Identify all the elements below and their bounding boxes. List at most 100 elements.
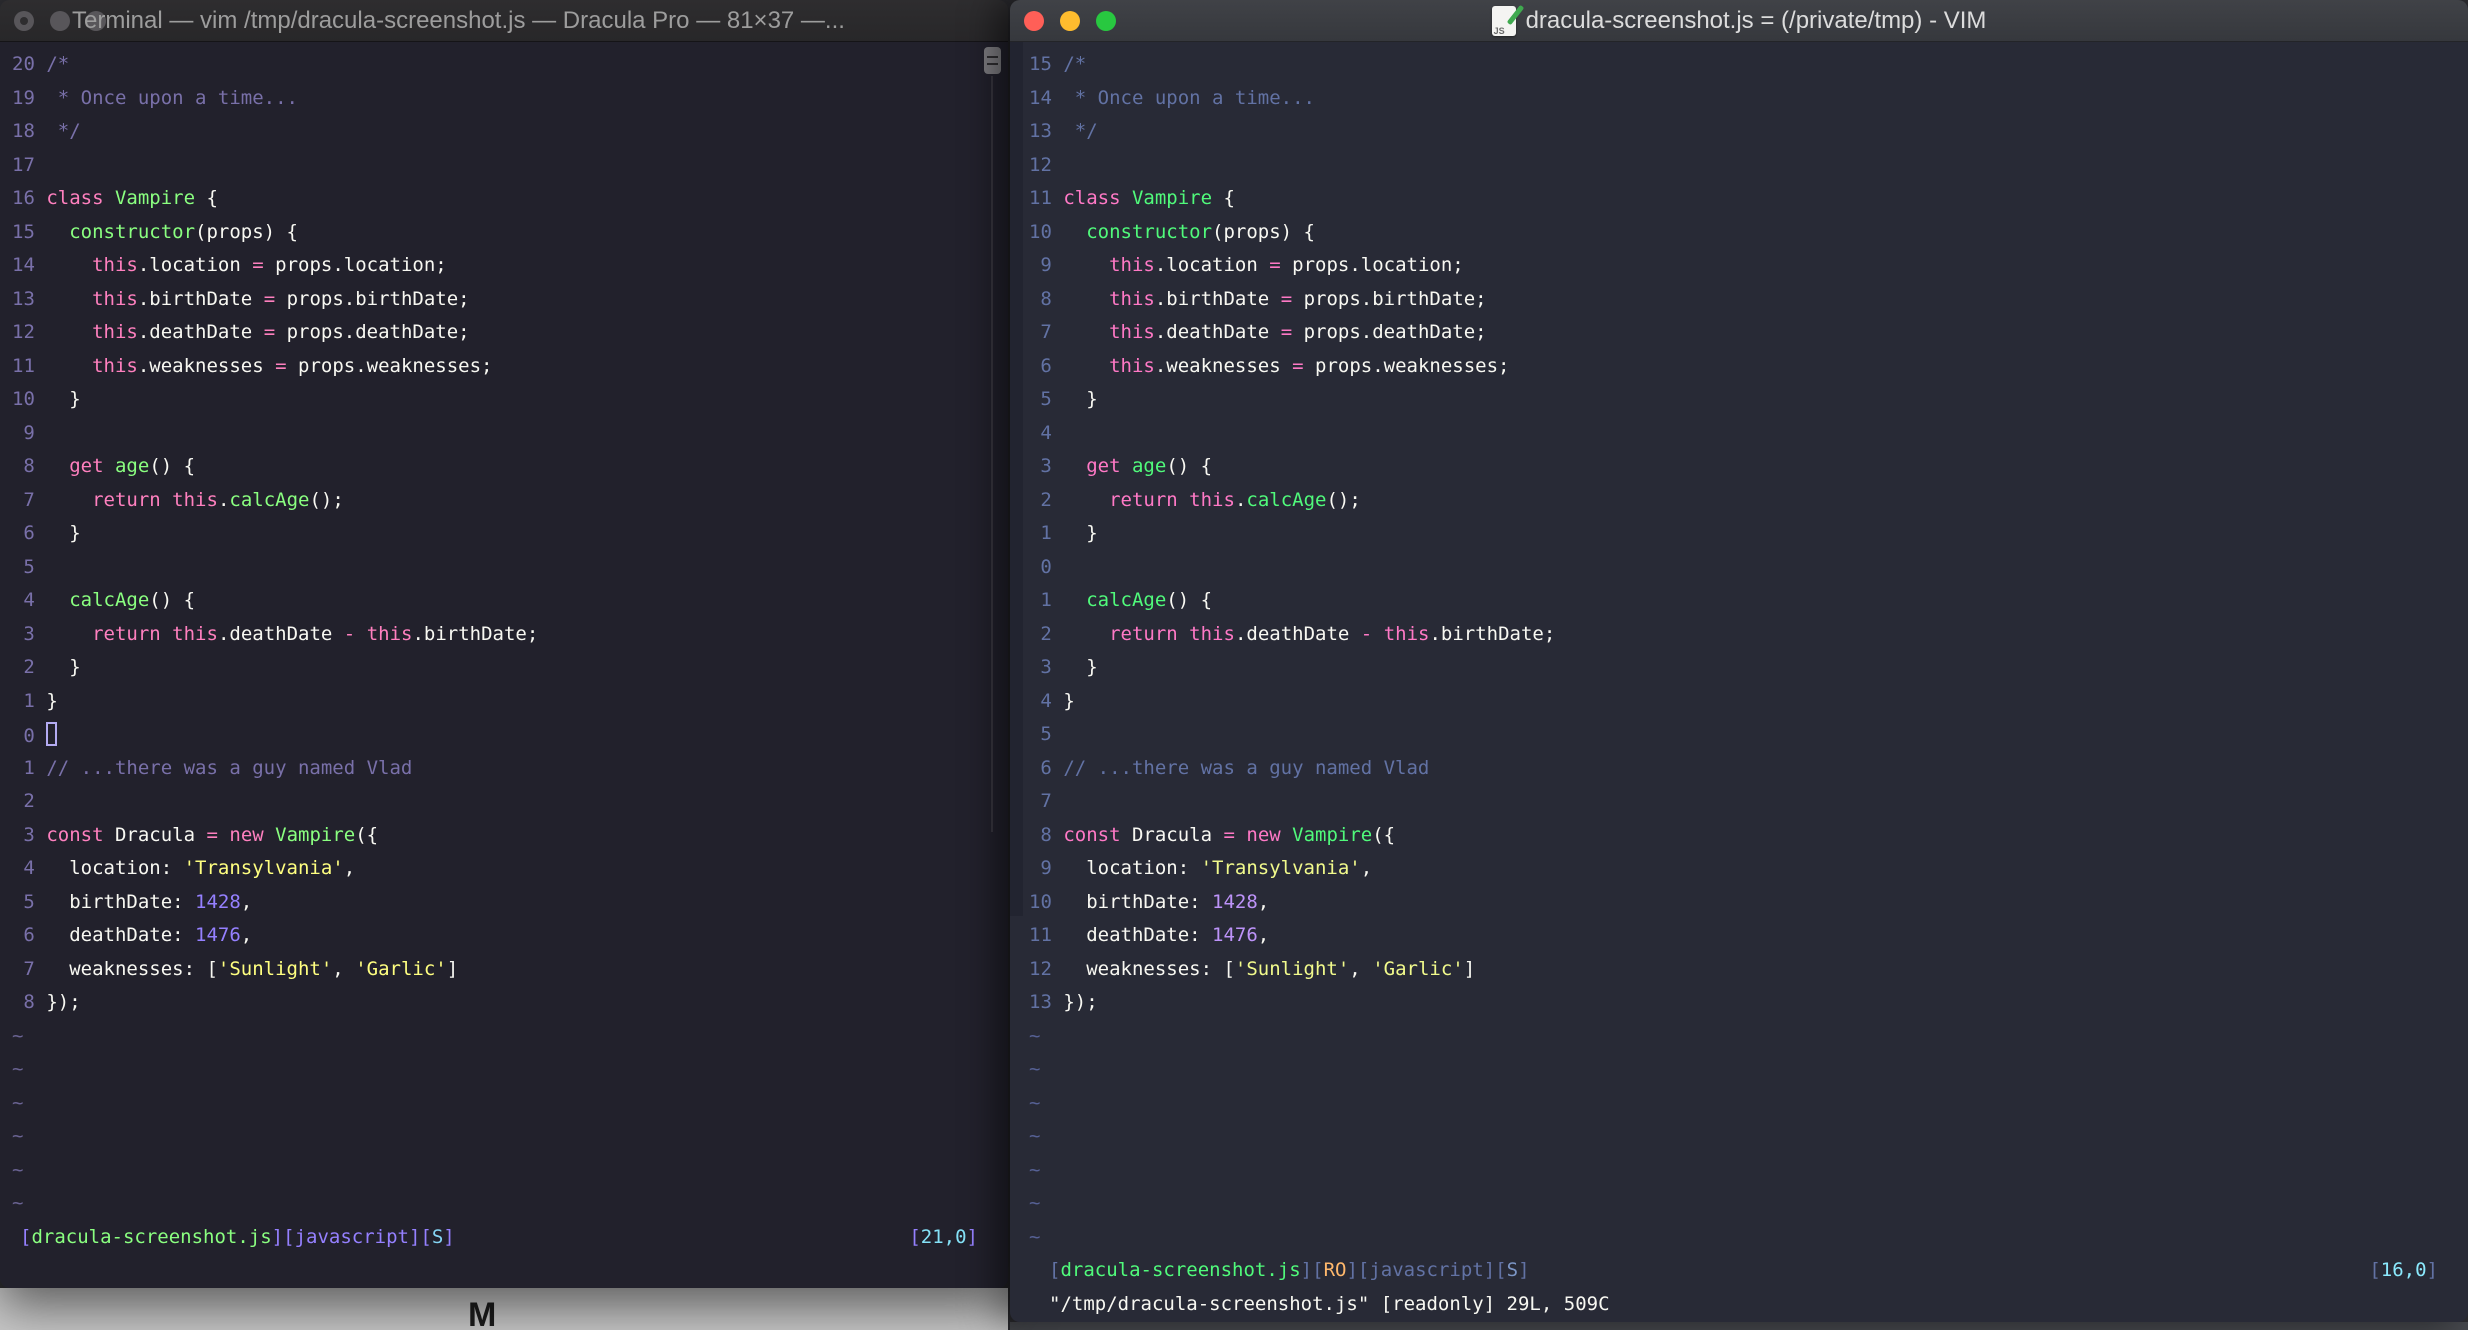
code-line: 1 }	[1029, 517, 2468, 551]
code-line: 7 return this.calcAge();	[12, 484, 1008, 518]
code-token: 1476	[1212, 924, 1258, 946]
code-token: // ...there was a guy named Vlad	[46, 756, 413, 779]
code-token: 'Garlic'	[355, 957, 447, 980]
code-token: 'Garlic'	[1372, 957, 1464, 980]
code-line: 7 this.deathDate = props.deathDate;	[1029, 316, 2468, 350]
code-line: 13});	[1029, 986, 2468, 1020]
code-token: * Once upon a time...	[1063, 86, 1315, 109]
ruler-position: [21,0]	[909, 1221, 978, 1255]
code-token: const	[46, 823, 104, 846]
line-number: 1	[23, 756, 35, 779]
tilde-empty-line: ~	[12, 1091, 24, 1114]
code-token: {	[1212, 187, 1235, 209]
macvim-window: JS dracula-screenshot.js = (/private/tmp…	[1010, 0, 2468, 1322]
code-token: const	[1063, 823, 1121, 846]
code-line: 8 get age() {	[12, 450, 1008, 484]
desktop-strip-bottom-right	[1010, 1322, 2468, 1330]
macvim-titlebar[interactable]: JS dracula-screenshot.js = (/private/tmp…	[1010, 0, 2468, 42]
code-line: 14 * Once upon a time...	[1029, 82, 2468, 116]
code-token: Vampire	[114, 187, 196, 209]
tilde-empty-line: ~	[12, 1192, 24, 1214]
line-number: 17	[12, 153, 35, 176]
code-token: this	[1383, 622, 1430, 645]
code-token: ,	[332, 957, 356, 980]
code-token: deathDate:	[1063, 924, 1213, 946]
vim-editor-left[interactable]: 20/* 19 * Once upon a time... 18 */17 16 cla…	[0, 42, 1008, 1288]
code-token: S	[1506, 1259, 1519, 1281]
terminal-titlebar[interactable]: Terminal — vim /tmp/dracula-screenshot.j…	[0, 0, 1008, 42]
code-token: =	[1280, 321, 1293, 343]
code-token: ,	[240, 890, 253, 913]
code-token: props.deathDate;	[275, 321, 470, 343]
code-token: age	[1131, 455, 1167, 477]
code-token: -	[343, 622, 356, 645]
code-token: S	[431, 1225, 444, 1248]
code-token: this	[92, 354, 138, 377]
vim-editor-right[interactable]: 15/* 14 * Once upon a time... 13 */12 11 cla…	[1010, 42, 2468, 1322]
code-token: }	[1063, 689, 1075, 712]
code-token: .weaknesses	[137, 354, 276, 377]
code-token: .deathDate	[217, 622, 344, 645]
code-line: 4 location: 'Transylvania',	[12, 852, 1008, 886]
code-token: ,	[1360, 857, 1373, 879]
line-number: 3	[23, 622, 35, 645]
code-token: constructor	[69, 220, 196, 243]
code-line: 3 }	[1029, 651, 2468, 685]
code-token: }	[46, 656, 81, 678]
line-number: 0	[23, 725, 35, 747]
line-number: 19	[12, 86, 35, 109]
code-token: ][	[1483, 1259, 1507, 1281]
code-token: return	[1109, 622, 1178, 645]
line-number: 1	[1040, 522, 1052, 544]
tilde-empty-line: ~	[1029, 1192, 1041, 1214]
code-token: ]	[966, 1225, 978, 1248]
code-token: * Once upon a time...	[46, 86, 298, 109]
code-line: 3 return this.deathDate - this.birthDate…	[12, 618, 1008, 652]
code-token: Dracula	[103, 823, 207, 846]
code-token: () {	[1166, 455, 1213, 477]
code-line: 16 class Vampire {	[12, 182, 1008, 216]
code-token: calcAge	[69, 589, 150, 611]
code-token: =	[206, 823, 218, 846]
window-title: Terminal — vim /tmp/dracula-screenshot.j…	[72, 6, 845, 34]
close-button[interactable]	[14, 11, 34, 31]
code-line: 6 deathDate: 1476,	[12, 919, 1008, 953]
line-number: 3	[1040, 656, 1052, 678]
tilde-empty-line: ~	[1029, 1225, 1041, 1248]
code-line: 9	[12, 417, 1008, 451]
js-document-icon[interactable]: JS	[1491, 4, 1524, 36]
code-token: props.weaknesses;	[1303, 354, 1510, 377]
line-number: 15	[1029, 53, 1052, 75]
line-number: 2	[23, 656, 35, 678]
line-number: 13	[12, 287, 35, 310]
scrollbar-thumb[interactable]	[984, 47, 1001, 74]
line-number: 12	[12, 321, 35, 343]
minimize-button[interactable]	[50, 11, 70, 31]
code-token: .	[217, 488, 230, 511]
code-line: 10 birthDate: 1428,	[1029, 886, 2468, 920]
line-number: 7	[1040, 321, 1052, 343]
line-number: 7	[23, 957, 35, 980]
tilde-empty-line: ~	[12, 1024, 24, 1047]
code-token: this	[92, 287, 138, 310]
code-token: .	[1234, 488, 1247, 511]
code-token: =	[263, 287, 276, 310]
line-number: 2	[23, 790, 35, 812]
code-line: 12 this.deathDate = props.deathDate;	[12, 316, 1008, 350]
code-token: =	[1280, 287, 1293, 310]
code-line: 5	[12, 551, 1008, 585]
code-token: =	[252, 254, 264, 276]
code-token: /*	[1063, 53, 1087, 75]
vim-statusline: [dracula-screenshot.js][javascript][S] [2…	[12, 1221, 1008, 1255]
code-token: calcAge	[1086, 589, 1167, 611]
code-token: [	[2369, 1259, 2381, 1281]
scrollbar-track-column	[1010, 42, 1023, 916]
code-token: }	[46, 388, 81, 410]
line-number: 13	[1029, 120, 1052, 142]
